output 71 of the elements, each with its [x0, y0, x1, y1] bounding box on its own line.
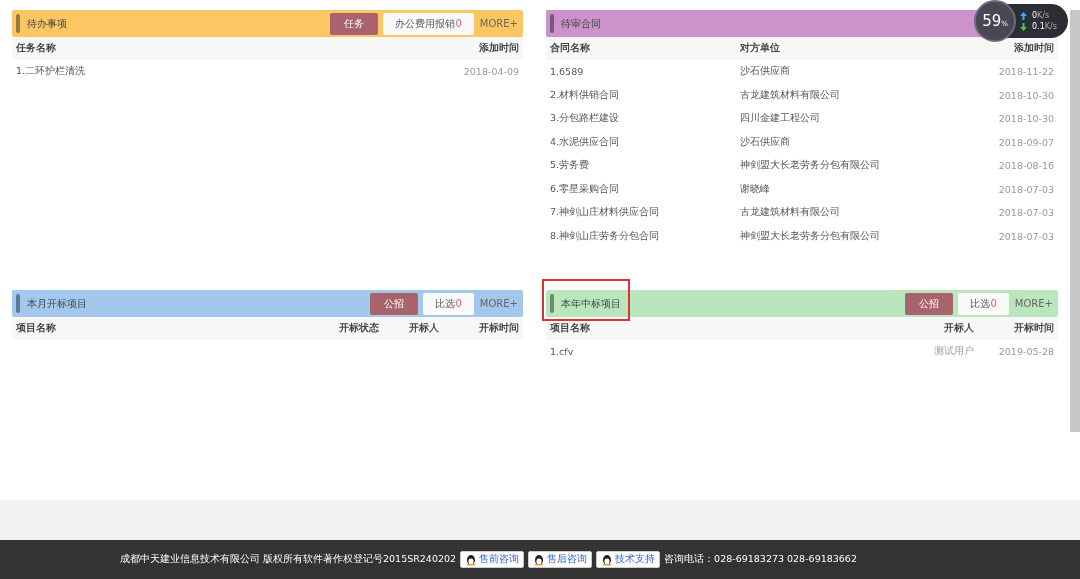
tab[interactable]: 公招	[905, 292, 954, 315]
column-header: 项目名称	[550, 322, 591, 335]
column-header: 添加时间	[478, 42, 519, 55]
table-cell-text: 2018-09-07	[997, 136, 1054, 148]
tab[interactable]: 比选0	[958, 292, 1009, 315]
table-cell-text: 2018-08-16	[997, 160, 1054, 172]
table-cell-text: 8.神剑山庄劳务分包合同	[550, 229, 661, 243]
table-cell-text: 古龙建筑材料有限公司	[740, 206, 841, 220]
table-cell-text: 4.水泥供应合同	[550, 135, 621, 149]
table-cell-text: 测试用户	[933, 345, 974, 359]
table-cell-text: 神剑盟大长老劳务分包有限公司	[740, 159, 881, 173]
copyright-text: 成都中天建业信息技术有限公司 版权所有软件著作权登记号2015SR240202	[120, 553, 457, 566]
column-header: 开标时间	[1013, 322, 1054, 335]
table-cell-text: 2018-04-09	[462, 66, 519, 78]
table-cell-text: 1.cfv	[550, 346, 575, 358]
table-cell-text: 谢晓峰	[740, 182, 771, 196]
download-speed: 0.1K/s	[1032, 22, 1057, 31]
download-arrow-icon	[1020, 22, 1027, 31]
table-cell-text: 2018-10-30	[997, 89, 1054, 101]
accent-bar	[550, 14, 554, 33]
column-header: 开标人	[408, 322, 439, 335]
column-header: 对方单位	[740, 42, 781, 55]
table-cell-text: 沙石供应商	[740, 65, 791, 79]
table-cell-text: 2018-10-30	[997, 113, 1054, 125]
table-cell-text: 2018-07-03	[997, 183, 1054, 195]
accent-bar	[16, 294, 20, 313]
accent-bar	[16, 14, 20, 33]
panel-title: 待办事项	[27, 16, 67, 31]
table-cell-text: 3.分包路栏建设	[550, 112, 621, 126]
table-cell-text: 1.6589	[550, 66, 585, 78]
scrollbar[interactable]	[1070, 10, 1080, 432]
column-header: 合同名称	[550, 42, 591, 55]
penguin-icon	[533, 553, 546, 566]
table-cell-text: 1.二环护栏清洗	[16, 65, 87, 79]
tab[interactable]: 公招	[370, 292, 419, 315]
table-cell-text: 2.材料供销合同	[550, 88, 621, 102]
panel-title: 待审合同	[561, 16, 601, 31]
penguin-icon	[601, 553, 614, 566]
column-header: 开标时间	[478, 322, 519, 335]
table-cell-text: 2018-07-03	[997, 207, 1054, 219]
column-header: 任务名称	[16, 42, 57, 55]
accent-bar	[550, 294, 554, 313]
qq-button[interactable]: 售前咨询	[460, 551, 525, 568]
table-cell-text: 2018-07-03	[997, 230, 1054, 242]
table-cell-text: 2018-11-22	[997, 66, 1054, 78]
qq-button[interactable]: 技术支持	[596, 551, 661, 568]
more-link[interactable]: MORE+	[479, 18, 518, 29]
table-cell-text: 沙石供应商	[740, 135, 791, 149]
table-cell-text: 5.劳务费	[550, 159, 591, 173]
panel-title: 本月开标项目	[27, 296, 87, 311]
phone-text: 咨询电话：028-69183273 028-69183662	[664, 553, 857, 566]
column-header: 开标状态	[338, 322, 379, 335]
column-header: 项目名称	[16, 322, 57, 335]
more-link[interactable]: MORE+	[1014, 298, 1053, 309]
table-cell-text: 6.零星采购合同	[550, 182, 621, 196]
panel-title: 本年中标项目	[561, 296, 621, 311]
qq-button[interactable]: 售后咨询	[528, 551, 593, 568]
column-header: 添加时间	[1013, 42, 1054, 55]
upload-arrow-icon	[1020, 11, 1027, 20]
table-cell-text: 2019-05-28	[997, 346, 1054, 358]
tab[interactable]: 比选0	[423, 292, 474, 315]
table-cell-text: 7.神剑山庄材料供应合同	[550, 206, 661, 220]
table-cell-text: 古龙建筑材料有限公司	[740, 88, 841, 102]
table-cell-text: 神剑盟大长老劳务分包有限公司	[740, 229, 881, 243]
tab[interactable]: 办公费用报销0	[383, 12, 474, 35]
tab[interactable]: 任务	[330, 12, 379, 35]
more-link[interactable]: MORE+	[479, 298, 518, 309]
column-header: 开标人	[943, 322, 974, 335]
upload-speed: 0K/s	[1032, 11, 1050, 20]
table-cell-text: 四川金建工程公司	[740, 112, 821, 126]
penguin-icon	[465, 553, 478, 566]
